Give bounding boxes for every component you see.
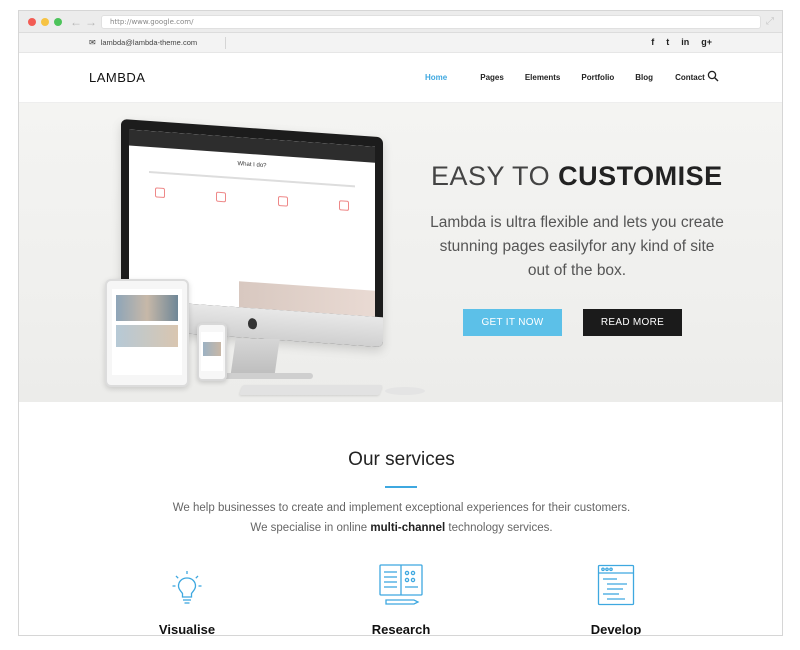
apple-logo-icon [248, 317, 257, 330]
email-contact[interactable]: ✉ lambda@lambda-theme.com [89, 38, 197, 47]
service-research[interactable]: Research [331, 558, 471, 636]
mockup-icon [216, 191, 227, 203]
nav-item-blog[interactable]: Blog [635, 73, 653, 82]
code-window-icon [597, 564, 635, 606]
service-develop[interactable]: Develop [546, 558, 686, 636]
arrow-right-icon[interactable]: → [85, 14, 97, 30]
browser-toolbar: ← → http://www.google.com/ ⤢ [19, 11, 782, 33]
hero-section: What I do? EASY TO CUSTOMISE Lambda is u… [19, 103, 782, 402]
site-header: LAMBDA Home Pages Elements Portfolio Blo… [19, 53, 782, 103]
main-nav: Home Pages Elements Portfolio Blog Conta… [415, 73, 705, 82]
tablet-image [116, 295, 178, 321]
description-line: We specialise in online multi-channel te… [19, 518, 782, 538]
mockup-text-line [149, 170, 355, 188]
keyboard [239, 385, 383, 395]
nav-item-pages[interactable]: Pages [480, 73, 504, 82]
hero-title-bold: CUSTOMISE [558, 161, 723, 191]
service-label: Research [371, 622, 431, 636]
divider [225, 37, 226, 49]
read-more-button[interactable]: READ MORE [583, 309, 682, 336]
browser-window: ← → http://www.google.com/ ⤢ ✉ lambda@la… [18, 10, 783, 636]
description-line: We help businesses to create and impleme… [172, 502, 631, 514]
mockup-icon [277, 195, 288, 207]
tablet-screen [112, 289, 182, 375]
facebook-icon[interactable]: f [651, 37, 654, 47]
get-it-now-button[interactable]: GET IT NOW [463, 309, 562, 336]
section-description: We help businesses to create and impleme… [19, 498, 782, 538]
section-title: Our services [348, 449, 455, 470]
tablet-mockup [105, 279, 189, 387]
tablet-image [116, 325, 178, 347]
arrow-left-icon[interactable]: ← [70, 14, 82, 30]
description-emphasis: multi-channel [370, 522, 446, 534]
phone-image [203, 342, 221, 356]
lightbulb-icon [172, 571, 202, 604]
maximize-window-button[interactable] [54, 18, 62, 26]
service-label: Visualise [158, 622, 216, 636]
contact-bar: ✉ lambda@lambda-theme.com ✆ 1-800-555-55… [19, 33, 782, 311]
nav-item-home[interactable]: Home [425, 73, 447, 82]
minimize-window-button[interactable] [41, 18, 49, 26]
nav-item-contact[interactable]: Contact [675, 73, 705, 82]
address-bar[interactable]: http://www.google.com/ [101, 15, 761, 29]
services-section: Our services We help businesses to creat… [19, 402, 782, 636]
description-text: We specialise in online [250, 522, 368, 534]
envelope-icon: ✉ [89, 38, 96, 47]
nav-item-portfolio[interactable]: Portfolio [581, 73, 614, 82]
hero-title: EASY TO CUSTOMISE [431, 161, 723, 192]
nav-item-elements[interactable]: Elements [525, 73, 561, 82]
google-plus-icon[interactable]: g+ [701, 37, 712, 47]
twitter-icon[interactable]: t [666, 37, 669, 47]
mouse [385, 387, 425, 395]
phone-mockup [197, 323, 227, 381]
phone-screen [201, 332, 223, 371]
monitor-stand [230, 339, 280, 377]
linkedin-icon[interactable]: in [681, 37, 689, 47]
mockup-icon [339, 200, 350, 211]
expand-icon[interactable]: ⤢ [766, 15, 774, 29]
title-underline [385, 486, 417, 488]
service-visualise[interactable]: Visualise [117, 558, 257, 636]
book-icon [379, 564, 423, 605]
close-window-button[interactable] [28, 18, 36, 26]
hero-subtitle: Lambda is ultra flexible and lets you cr… [430, 214, 724, 279]
site-logo[interactable]: LAMBDA [89, 70, 145, 85]
search-icon[interactable] [707, 70, 719, 82]
mockup-icons [129, 186, 375, 213]
description-text: technology services. [448, 522, 553, 534]
mockup-icon [154, 187, 165, 199]
social-links: f t in g+ [651, 37, 712, 47]
email-text: lambda@lambda-theme.com [100, 38, 198, 47]
hero-title-light: EASY TO [431, 161, 551, 191]
service-label: Develop [590, 622, 642, 636]
